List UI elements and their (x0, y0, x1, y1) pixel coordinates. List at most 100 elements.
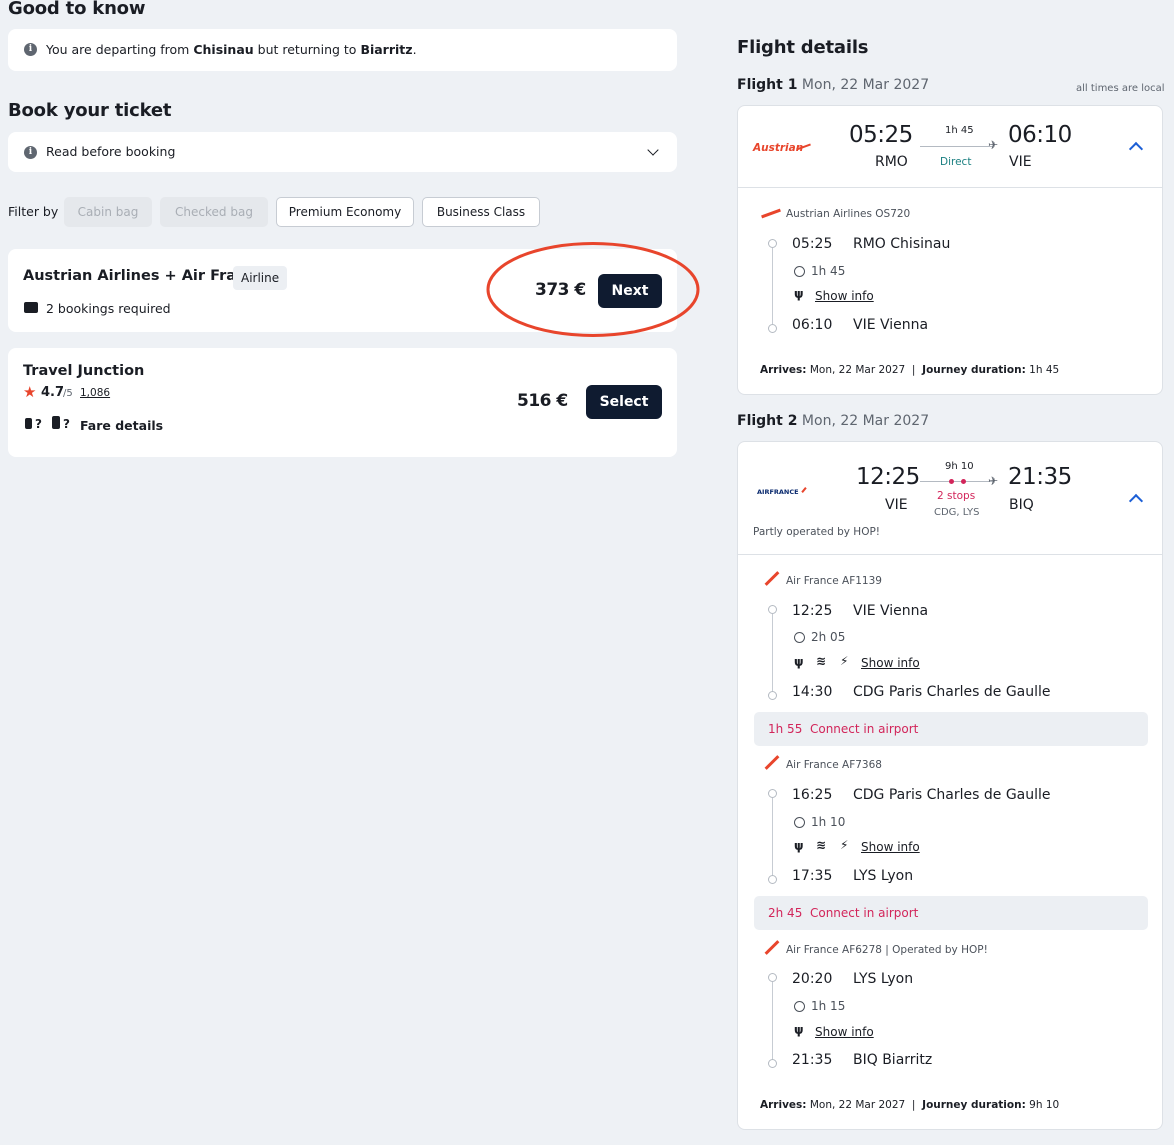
star-icon: ★ (23, 383, 37, 401)
segment-airline: Air France AF7368 (786, 759, 882, 771)
segment-dot (768, 789, 777, 798)
book-ticket-title: Book your ticket (8, 100, 172, 121)
offer-title: Austrian Airlines + Air France (23, 268, 265, 284)
airfrance-small-logo-icon (764, 571, 780, 586)
dep-code: VIE (885, 497, 908, 513)
filter-chip-premium-economy[interactable]: Premium Economy (276, 197, 414, 227)
filter-chip-cabin-bag[interactable]: Cabin bag (64, 197, 152, 227)
bookings-required: 2 bookings required (46, 301, 171, 316)
segment-line (772, 248, 773, 324)
filter-label: Filter by (8, 204, 59, 219)
segment-dot (768, 875, 777, 884)
meal-icon: ψ (794, 655, 804, 669)
stops-label: 2 stops (937, 490, 976, 502)
airline-tag: Airline (233, 266, 288, 290)
segment-dep-time: 05:25 (792, 236, 833, 252)
airfrance-small-logo-icon (764, 940, 780, 955)
flight1-footer: Arrives: Mon, 22 Mar 2027 | Journey dura… (760, 364, 1060, 376)
rating-of: /5 (63, 388, 73, 399)
flight2-summary[interactable]: AIRFRANCE 12:25 VIE 9h 10 ✈ 2 stops CDG,… (737, 441, 1163, 555)
flight-duration: 9h 10 (945, 461, 974, 472)
operated-by: Partly operated by HOP! (753, 526, 880, 538)
flight1-segments: Austrian Airlines OS720 05:25 RMO Chisin… (737, 188, 1163, 395)
flight-duration: 1h 45 (945, 125, 974, 136)
meal-icon: ψ (794, 839, 804, 853)
route-line (920, 481, 993, 482)
cabin-bag-icon (25, 418, 32, 429)
flight1-summary[interactable]: Austrian 05:25 RMO 1h 45 ✈ Direct 06:10 … (737, 105, 1163, 188)
show-info-link[interactable]: Show info (815, 289, 874, 303)
stop-dot-icon (949, 479, 954, 484)
dep-code: RMO (875, 154, 908, 170)
filter-chip-business-class[interactable]: Business Class (422, 197, 540, 227)
segment-arr-time: 06:10 (792, 317, 833, 333)
plane-icon: ✈ (988, 138, 999, 152)
rating: 4.7 (41, 385, 65, 400)
info-icon: i (24, 146, 37, 159)
good-to-know-notice: You are departing from Chisinau but retu… (46, 42, 417, 57)
fare-details-link[interactable]: Fare details (80, 418, 163, 433)
connection-banner: 2h 45 Connect in airport (754, 896, 1148, 930)
dep-time: 12:25 (856, 464, 920, 490)
segment-duration: 1h 15 (811, 999, 846, 1013)
segment-duration: 1h 10 (811, 815, 846, 829)
segment-duration: 1h 45 (811, 264, 846, 278)
segment-dep-time: 16:25 (792, 787, 833, 803)
segment-airline: Austrian Airlines OS720 (786, 208, 911, 220)
collapse-chevron-icon[interactable] (1128, 141, 1144, 157)
show-info-link[interactable]: Show info (861, 840, 920, 854)
segment-dot (768, 605, 777, 614)
select-button[interactable]: Select (586, 385, 662, 419)
flight2-footer: Arrives: Mon, 22 Mar 2027 | Journey dura… (760, 1099, 1060, 1111)
segment-arr-time: 17:35 (792, 868, 833, 884)
show-info-link[interactable]: Show info (815, 1025, 874, 1039)
clock-icon (794, 632, 805, 643)
airfrance-small-logo-icon (764, 755, 780, 770)
via-label: CDG, LYS (934, 507, 980, 518)
arr-time: 21:35 (1008, 464, 1072, 490)
arr-time: 06:10 (1008, 122, 1072, 148)
stop-dot-icon (961, 479, 966, 484)
segment-dep-time: 20:20 (792, 971, 833, 987)
reviews-link[interactable]: 1,086 (80, 387, 110, 399)
segment-dep-time: 12:25 (792, 603, 833, 619)
segment-dot (768, 973, 777, 982)
segment-dot (768, 324, 777, 333)
wifi-icon: ≋ (816, 838, 827, 852)
good-to-know-title: Good to know (8, 0, 146, 19)
segment-dep-place: CDG Paris Charles de Gaulle (853, 787, 1051, 803)
arr-code: VIE (1009, 154, 1032, 170)
read-before-booking-accordion[interactable]: i Read before booking (8, 132, 677, 172)
airfrance-logo-mark (801, 487, 807, 493)
airfrance-logo: AIRFRANCE (757, 488, 799, 496)
good-to-know-card: i You are departing from Chisinau but re… (8, 29, 677, 71)
collapse-chevron-icon[interactable] (1128, 493, 1144, 509)
checked-bag-icon (52, 416, 60, 429)
show-info-link[interactable]: Show info (861, 656, 920, 670)
read-before-booking-label: Read before booking (46, 144, 176, 159)
plane-icon: ✈ (988, 474, 999, 488)
segment-airline: Air France AF6278 | Operated by HOP! (786, 944, 988, 956)
offer-card-travel-junction[interactable]: Travel Junction ★ 4.7 /5 1,086 ? ? Fare … (8, 348, 677, 457)
direct-label: Direct (940, 156, 972, 168)
checked-bag-status: ? (63, 417, 70, 431)
flight1-header: Flight 1 Mon, 22 Mar 2027 (737, 77, 930, 93)
segment-arr-time: 21:35 (792, 1052, 833, 1068)
flight2-segments: Air France AF1139 12:25 VIE Vienna 2h 05… (737, 555, 1163, 1130)
segment-line (772, 798, 773, 876)
filter-chip-checked-bag[interactable]: Checked bag (160, 197, 268, 227)
austrian-small-logo-icon (761, 208, 781, 219)
arr-code: BIQ (1009, 497, 1034, 513)
power-icon: ⚡ (840, 838, 849, 852)
meal-icon: ψ (794, 1023, 804, 1037)
route-line (920, 146, 993, 147)
segment-dep-place: RMO Chisinau (853, 236, 951, 252)
flight2-header: Flight 2 Mon, 22 Mar 2027 (737, 413, 930, 429)
segment-dot (768, 691, 777, 700)
segment-arr-place: BIQ Biarritz (853, 1052, 933, 1068)
segment-arr-place: CDG Paris Charles de Gaulle (853, 684, 1051, 700)
segment-arr-place: VIE Vienna (853, 317, 929, 333)
segment-dep-place: LYS Lyon (853, 971, 914, 987)
flight-details-title: Flight details (737, 37, 869, 58)
connection-banner: 1h 55 Connect in airport (754, 712, 1148, 746)
